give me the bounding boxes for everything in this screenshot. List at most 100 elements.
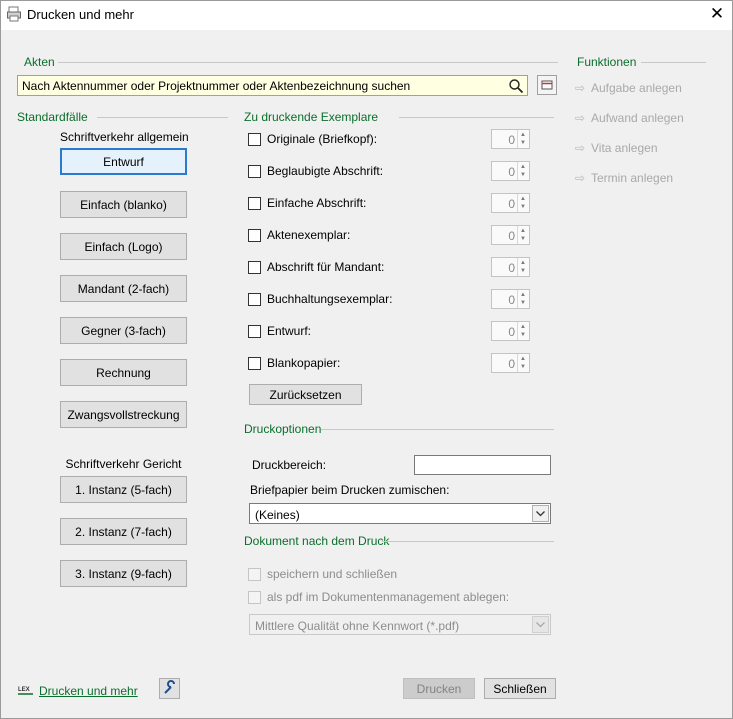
button-entwurf[interactable]: Entwurf (60, 148, 187, 175)
pdf-quality-selected-value: Mittlere Qualität ohne Kennwort (*.pdf) (255, 619, 460, 633)
func-vita-anlegen[interactable]: Vita anlegen (591, 141, 658, 155)
arrow-right-icon: ⇨ (575, 171, 586, 185)
section-exemplare-label: Zu druckende Exemplare (244, 110, 379, 124)
spin-up-icon[interactable]: ▲ (520, 292, 526, 298)
label-originale: Originale (Briefkopf): (267, 132, 378, 146)
spinner-aktenexemplar[interactable]: 0 ▲ ▼ (491, 225, 530, 245)
spinner-value: 0 (508, 325, 515, 339)
section-nach-druck-label: Dokument nach dem Druck (244, 534, 390, 548)
spin-up-icon[interactable]: ▲ (520, 228, 526, 234)
settings-button[interactable] (159, 678, 180, 699)
button-instanz-2[interactable]: 2. Instanz (7-fach) (60, 518, 187, 545)
spinner-value: 0 (508, 357, 515, 371)
open-akte-button[interactable] (537, 75, 557, 95)
spinner-value: 0 (508, 293, 515, 307)
spin-down-icon[interactable]: ▼ (520, 236, 526, 242)
spin-up-icon[interactable]: ▲ (520, 260, 526, 266)
spinner-value: 0 (508, 133, 515, 147)
spinner-einfache-abschrift[interactable]: 0 ▲ ▼ (491, 193, 530, 213)
close-button[interactable]: Schließen (484, 678, 556, 699)
spinner-value: 0 (508, 197, 515, 211)
spinner-beglaubigte-abschrift[interactable]: 0 ▲ ▼ (491, 161, 530, 181)
spin-down-icon[interactable]: ▼ (520, 204, 526, 210)
divider (97, 117, 228, 118)
button-instanz-3[interactable]: 3. Instanz (9-fach) (60, 560, 187, 587)
search-icon[interactable] (508, 78, 524, 94)
spin-up-icon[interactable]: ▲ (520, 356, 526, 362)
button-einfach-blanko[interactable]: Einfach (blanko) (60, 191, 187, 218)
druckbereich-input[interactable] (414, 455, 551, 475)
window-title: Drucken und mehr (27, 7, 134, 22)
spinner-blankopapier[interactable]: 0 ▲ ▼ (491, 353, 530, 373)
chevron-down-icon[interactable] (532, 616, 549, 633)
checkbox-blankopapier[interactable] (248, 357, 261, 370)
spin-down-icon[interactable]: ▼ (520, 300, 526, 306)
spinner-originale[interactable]: 0 ▲ ▼ (491, 129, 530, 149)
section-funktionen-label: Funktionen (577, 55, 637, 69)
checkbox-originale[interactable] (248, 133, 261, 146)
spin-down-icon[interactable]: ▼ (520, 332, 526, 338)
button-mandant[interactable]: Mandant (2-fach) (60, 275, 187, 302)
checkbox-pdf-dms[interactable] (248, 591, 261, 604)
func-termin-anlegen[interactable]: Termin anlegen (591, 171, 673, 185)
arrow-right-icon: ⇨ (575, 81, 586, 95)
spinner-abschrift-mandant[interactable]: 0 ▲ ▼ (491, 257, 530, 277)
divider (399, 117, 554, 118)
spin-down-icon[interactable]: ▼ (520, 364, 526, 370)
spinner-value: 0 (508, 229, 515, 243)
checkbox-beglaubigte-abschrift[interactable] (248, 165, 261, 178)
spinner-buchhaltungsexemplar[interactable]: 0 ▲ ▼ (491, 289, 530, 309)
lex-logo-icon: LEX (18, 687, 33, 695)
spin-up-icon[interactable]: ▲ (520, 196, 526, 202)
button-einfach-logo[interactable]: Einfach (Logo) (60, 233, 187, 260)
spinner-value: 0 (508, 165, 515, 179)
heading-schriftverkehr-allgemein: Schriftverkehr allgemein (60, 130, 189, 144)
wrench-icon (164, 680, 175, 694)
reset-button[interactable]: Zurücksetzen (249, 384, 362, 405)
label-druckbereich: Druckbereich: (252, 458, 327, 472)
spinner-value: 0 (508, 261, 515, 275)
label-blankopapier: Blankopapier: (267, 356, 341, 370)
spin-up-icon[interactable]: ▲ (520, 132, 526, 138)
button-gegner[interactable]: Gegner (3-fach) (60, 317, 187, 344)
spin-up-icon[interactable]: ▲ (520, 164, 526, 170)
func-aufgabe-anlegen[interactable]: Aufgabe anlegen (591, 81, 682, 95)
drucken-und-mehr-link[interactable]: Drucken und mehr (39, 684, 138, 698)
label-aktenexemplar: Aktenexemplar: (267, 228, 351, 242)
label-briefpapier: Briefpapier beim Drucken zumischen: (250, 483, 450, 497)
label-pdf-dms: als pdf im Dokumentenmanagement ablegen: (267, 590, 510, 604)
spinner-entwurf[interactable]: 0 ▲ ▼ (491, 321, 530, 341)
checkbox-aktenexemplar[interactable] (248, 229, 261, 242)
checkbox-einfache-abschrift[interactable] (248, 197, 261, 210)
pdf-quality-select[interactable]: Mittlere Qualität ohne Kennwort (*.pdf) (249, 614, 551, 635)
spin-down-icon[interactable]: ▼ (520, 172, 526, 178)
divider (321, 429, 554, 430)
heading-schriftverkehr-gericht: Schriftverkehr Gericht (65, 457, 182, 471)
button-rechnung[interactable]: Rechnung (60, 359, 187, 386)
window-icon (541, 80, 553, 90)
label-buchhaltungsexemplar: Buchhaltungsexemplar: (267, 292, 393, 306)
print-button[interactable]: Drucken (403, 678, 475, 699)
chevron-down-icon[interactable] (532, 505, 549, 522)
label-abschrift-mandant: Abschrift für Mandant: (267, 260, 385, 274)
briefpapier-selected-value: (Keines) (255, 508, 300, 522)
checkbox-entwurf[interactable] (248, 325, 261, 338)
divider (382, 541, 554, 542)
checkbox-speichern-schliessen[interactable] (248, 568, 261, 581)
label-einfache-abschrift: Einfache Abschrift: (267, 196, 367, 210)
label-entwurf: Entwurf: (267, 324, 312, 338)
briefpapier-select[interactable]: (Keines) (249, 503, 551, 524)
button-zwangsvollstreckung[interactable]: Zwangsvollstreckung (60, 401, 187, 428)
spin-up-icon[interactable]: ▲ (520, 324, 526, 330)
arrow-right-icon: ⇨ (575, 111, 586, 125)
spin-down-icon[interactable]: ▼ (520, 140, 526, 146)
section-standardfaelle-label: Standardfälle (17, 110, 88, 124)
spin-down-icon[interactable]: ▼ (520, 268, 526, 274)
akten-search-input[interactable]: Nach Aktennummer oder Projektnummer oder… (17, 75, 528, 96)
func-aufwand-anlegen[interactable]: Aufwand anlegen (591, 111, 684, 125)
printer-app-icon (7, 6, 21, 22)
button-instanz-1[interactable]: 1. Instanz (5-fach) (60, 476, 187, 503)
checkbox-abschrift-mandant[interactable] (248, 261, 261, 274)
checkbox-buchhaltungsexemplar[interactable] (248, 293, 261, 306)
close-window-icon[interactable]: ✕ (708, 5, 726, 23)
